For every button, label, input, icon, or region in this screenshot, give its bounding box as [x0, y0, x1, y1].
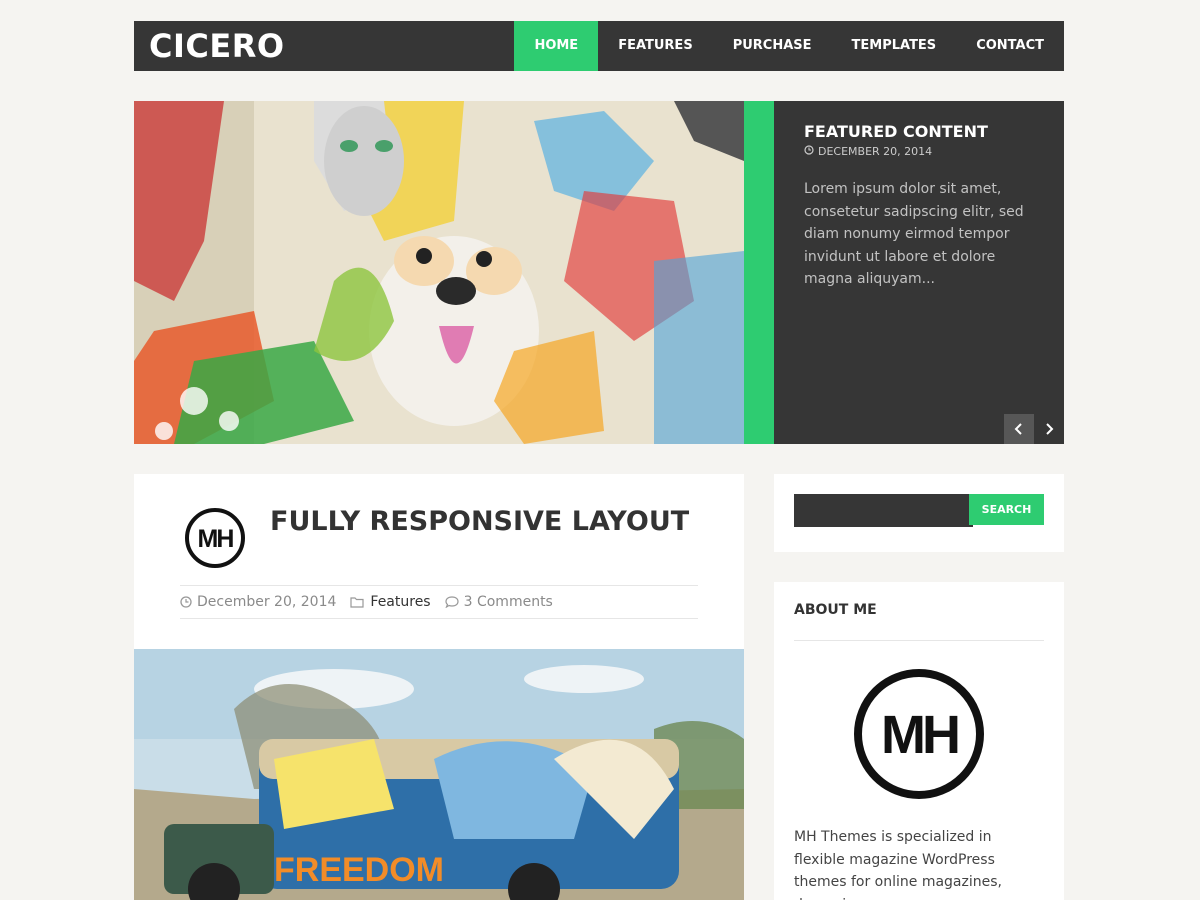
svg-text:FREEDOM: FREEDOM: [274, 851, 444, 889]
nav-item-features[interactable]: FEATURES: [598, 21, 713, 71]
search-button[interactable]: SEARCH: [969, 494, 1044, 525]
about-text: MH Themes is specialized in flexible mag…: [794, 829, 1002, 900]
post-card: MH FULLY RESPONSIVE LAYOUT December 20, …: [134, 474, 744, 900]
slide-image[interactable]: [134, 101, 744, 444]
slider-accent-bar: [744, 101, 774, 444]
clock-icon: [804, 145, 814, 158]
about-widget: ABOUT ME MH MH Themes is specialized in …: [774, 582, 1064, 900]
search-input[interactable]: [794, 494, 973, 527]
slide-title[interactable]: FEATURED CONTENT: [804, 121, 1044, 143]
svg-text:MH: MH: [198, 525, 234, 553]
slide-caption: FEATURED CONTENT DECEMBER 20, 2014 Lorem…: [804, 121, 1044, 291]
slide-date: DECEMBER 20, 2014: [804, 145, 1044, 158]
post-comments: 3 Comments: [445, 594, 553, 610]
post-image[interactable]: FREEDOM: [134, 649, 744, 900]
about-divider: [794, 640, 1044, 641]
site-header: CICERO HOME FEATURES PURCHASE TEMPLATES …: [134, 21, 1064, 71]
slide-date-text: DECEMBER 20, 2014: [818, 145, 933, 158]
author-logo: MH: [184, 507, 246, 573]
chevron-right-icon: [1046, 423, 1054, 435]
post-category: Features: [350, 594, 431, 610]
chevron-left-icon: [1014, 423, 1022, 435]
slide-excerpt: Lorem ipsum dolor sit amet, consetetur s…: [804, 181, 1024, 287]
about-logo: MH: [852, 667, 986, 805]
nav-item-templates[interactable]: TEMPLATES: [832, 21, 957, 71]
slider-navigation: [1004, 414, 1064, 444]
search-widget: SEARCH: [774, 474, 1064, 552]
comment-icon: [445, 596, 459, 608]
post-title[interactable]: FULLY RESPONSIVE LAYOUT: [270, 504, 689, 540]
nav-item-contact[interactable]: CONTACT: [956, 21, 1064, 71]
post-date: December 20, 2014: [180, 594, 336, 610]
about-title: ABOUT ME: [794, 602, 877, 618]
post-meta: December 20, 2014 Features 3 Comments: [180, 585, 698, 619]
post-category-link[interactable]: Features: [370, 594, 430, 610]
post-comments-link[interactable]: 3 Comments: [464, 594, 553, 610]
nav-item-home[interactable]: HOME: [514, 21, 599, 71]
post-date-text: December 20, 2014: [197, 594, 337, 610]
main-nav: HOME FEATURES PURCHASE TEMPLATES CONTACT: [514, 21, 1064, 71]
prev-slide-button[interactable]: [1004, 414, 1034, 444]
site-logo[interactable]: CICERO: [149, 26, 285, 66]
next-slide-button[interactable]: [1034, 414, 1064, 444]
folder-icon: [350, 597, 365, 608]
featured-slider: FEATURED CONTENT DECEMBER 20, 2014 Lorem…: [134, 101, 1064, 444]
clock-icon: [180, 596, 192, 608]
svg-text:MH: MH: [881, 705, 958, 765]
nav-item-purchase[interactable]: PURCHASE: [713, 21, 832, 71]
